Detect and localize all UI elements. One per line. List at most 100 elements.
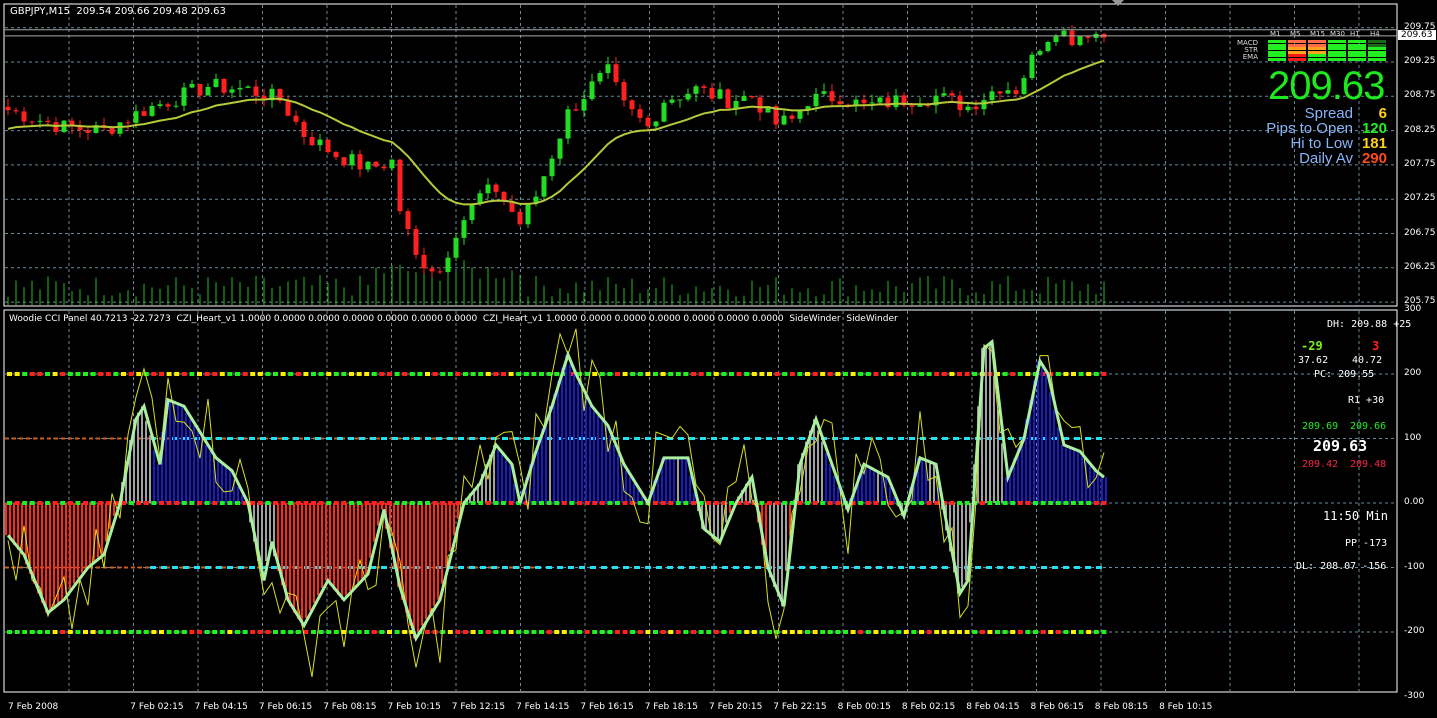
candle-body <box>229 89 235 93</box>
cci-zero-line <box>1055 501 1061 505</box>
cci-level-minus200 <box>668 630 674 634</box>
cci-zero-line <box>888 501 894 505</box>
candle-body <box>909 105 915 107</box>
cci-level-200 <box>1093 372 1099 376</box>
time-axis-label: 7 Feb 22:15 <box>773 702 827 712</box>
candle-body <box>125 122 131 124</box>
candle-body <box>781 115 787 125</box>
cci-level-minus200 <box>941 630 947 634</box>
cci-zero-line <box>432 501 438 505</box>
cci-zero-line <box>83 501 88 505</box>
cci-zero-line <box>1101 501 1107 505</box>
cci-level-minus200 <box>288 630 294 634</box>
cci-level-200 <box>919 372 924 376</box>
cci-level-200 <box>516 372 522 376</box>
cci-zero-line <box>774 501 780 505</box>
timeframe-M30: M30 <box>1330 30 1345 38</box>
cci-zero-line <box>174 501 180 505</box>
candle-body <box>85 130 91 133</box>
cci-zero-line <box>478 501 484 505</box>
cci-level-minus200 <box>485 630 491 634</box>
cci-level-minus200 <box>235 630 240 634</box>
cci-zero-line <box>326 501 332 505</box>
cci-zero-line <box>470 501 476 505</box>
cci-level-minus200 <box>7 630 12 634</box>
cci-zero-line <box>660 501 666 505</box>
candle-body <box>701 86 707 88</box>
cci-level-200 <box>660 372 666 376</box>
cci-level-200 <box>356 372 362 376</box>
cci-level-200 <box>22 372 28 376</box>
candle-body <box>1069 30 1075 46</box>
cci-level-minus200 <box>425 630 430 634</box>
price-axis-label: 209.25 <box>1404 56 1436 66</box>
cci-level-minus200 <box>242 630 248 634</box>
cci-zero-line <box>235 501 240 505</box>
candle-body <box>413 229 419 255</box>
cci-level-200 <box>698 372 704 376</box>
green-val-2: 209.66 <box>1350 421 1387 432</box>
cci-axis-label: 300 <box>1404 303 1422 314</box>
cci-zero-line <box>675 501 681 505</box>
cci-level-200 <box>1063 372 1069 376</box>
candle-body <box>605 64 611 74</box>
cci-level-minus200 <box>759 630 765 634</box>
cci-zero-line <box>827 501 833 505</box>
candle-body <box>349 154 355 166</box>
cci-level-200 <box>615 372 620 376</box>
candle-body <box>949 93 955 96</box>
signal-led <box>1328 57 1346 61</box>
cci-level-200 <box>683 372 689 376</box>
green-val-1: 209.69 <box>1302 421 1339 432</box>
cci-zero-line <box>767 501 772 505</box>
chart-canvas[interactable] <box>0 0 1437 718</box>
candle-body <box>205 86 211 96</box>
cci-level-minus200 <box>926 630 932 634</box>
cci-level-minus200 <box>295 630 301 634</box>
cci-level-minus200 <box>949 630 955 634</box>
candle-body <box>253 86 259 96</box>
cci-level-200 <box>1055 372 1061 376</box>
candle-body <box>1005 90 1011 94</box>
main-chart-frame <box>3 3 1398 307</box>
cci-level-minus200 <box>653 630 658 634</box>
cci-zero-line <box>402 501 408 505</box>
cci-level-minus200 <box>873 630 879 634</box>
cci-zero-line <box>425 501 430 505</box>
day-high: DH: 209.88 +25 <box>1327 319 1412 330</box>
cci-level-200 <box>797 372 803 376</box>
cci-level-minus200 <box>257 630 263 634</box>
cci-level-minus200 <box>706 630 712 634</box>
cci-zero-line <box>934 501 940 505</box>
cci-level-minus200 <box>318 630 324 634</box>
cci-zero-line <box>995 501 1000 505</box>
candle-body <box>469 204 475 221</box>
cci-level-minus200 <box>121 630 126 634</box>
candle-body <box>621 82 627 101</box>
cci-zero-line <box>812 501 818 505</box>
cci-level-minus200 <box>850 630 856 634</box>
cci-level-200 <box>759 372 765 376</box>
cci-level-minus200 <box>812 630 818 634</box>
time-axis-label: 7 Feb 14:15 <box>516 702 570 712</box>
cci-level-200 <box>227 372 233 376</box>
cci-level-minus200 <box>174 630 180 634</box>
cci-zero-line <box>1078 501 1084 505</box>
time-axis-label: 8 Feb 06:15 <box>1030 702 1084 712</box>
cci-level-minus200 <box>333 630 339 634</box>
candle-body <box>285 100 291 116</box>
time-axis-label: 7 Feb 02:15 <box>130 702 184 712</box>
candle-body <box>645 117 651 127</box>
cci-level-minus200 <box>698 630 704 634</box>
time-axis-label: 7 Feb 12:15 <box>451 702 506 712</box>
candle-body <box>725 89 731 109</box>
cci-zero-line <box>592 501 598 505</box>
cci-level-200 <box>835 372 841 376</box>
cci-zero-line <box>607 501 613 505</box>
cci-zero-line <box>318 501 324 505</box>
candle-body <box>325 139 331 153</box>
cci-level-200 <box>911 372 917 376</box>
candle-body <box>525 203 531 225</box>
candle-body <box>741 95 747 101</box>
cci-zero-line <box>447 501 453 505</box>
